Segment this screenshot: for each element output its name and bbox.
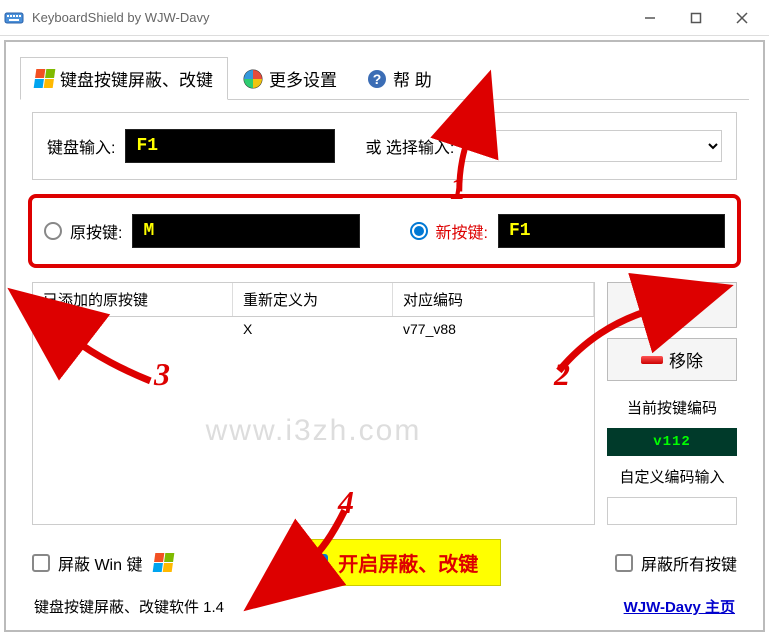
row-code: v77_v88 — [393, 321, 594, 339]
add-button[interactable]: + 添加 — [607, 282, 737, 328]
minus-icon — [641, 356, 663, 364]
windows-icon — [34, 69, 56, 88]
annotation-2: 2 — [554, 356, 570, 393]
maximize-button[interactable] — [673, 3, 719, 33]
svg-text:?: ? — [373, 71, 382, 87]
plus-icon: + — [644, 291, 660, 319]
keyboard-input-label: 键盘输入: — [47, 134, 115, 158]
current-encoding-label: 当前按键编码 — [607, 397, 737, 418]
enable-label: 开启屏蔽、改键 — [338, 548, 478, 577]
tab-help-label: 帮 助 — [393, 66, 432, 91]
block-all-label: 屏蔽所有按键 — [641, 551, 737, 575]
custom-encoding-label: 自定义编码输入 — [607, 466, 737, 487]
or-select-label: 或 选择输入: — [365, 134, 454, 158]
block-all-checkbox[interactable] — [615, 554, 633, 572]
row-original-key: M — [67, 322, 79, 338]
app-icon — [4, 8, 24, 28]
keyboard-input-field[interactable]: F1 — [125, 129, 335, 163]
current-encoding-value: v112 — [607, 428, 737, 456]
minimize-button[interactable] — [627, 3, 673, 33]
radio-original-key[interactable] — [44, 222, 62, 240]
key-mapping-group: 原按键: M 新按键: F1 — [28, 194, 741, 268]
tab-more-label: 更多设置 — [269, 66, 337, 91]
row-checkbox[interactable]: ✓ — [43, 321, 61, 339]
input-panel: 键盘输入: F1 或 选择输入: M — [32, 112, 737, 180]
globe-icon — [243, 69, 263, 89]
enable-checkbox[interactable]: ✓ — [310, 554, 328, 572]
tab-bar: 键盘按键屏蔽、改键 更多设置 ? 帮 助 — [20, 56, 749, 100]
custom-encoding-input[interactable] — [607, 497, 737, 525]
add-button-label: 添加 — [666, 293, 700, 318]
col-original-key: 已添加的原按键 — [33, 283, 233, 316]
tab-more-settings[interactable]: 更多设置 — [228, 57, 352, 100]
original-key-label: 原按键: — [70, 219, 122, 243]
new-key-field[interactable]: F1 — [498, 214, 725, 248]
windows-icon — [153, 553, 175, 572]
col-remap-to: 重新定义为 — [233, 283, 393, 316]
titlebar: KeyboardShield by WJW-Davy — [0, 0, 769, 36]
annotation-3: 3 — [154, 356, 170, 393]
col-encoding: 对应编码 — [393, 283, 594, 316]
block-win-label: 屏蔽 Win 键 — [58, 551, 142, 575]
original-key-field[interactable]: M — [132, 214, 359, 248]
annotation-1: 1 — [450, 170, 466, 207]
window-title: KeyboardShield by WJW-Davy — [32, 10, 627, 25]
row-remap: X — [233, 321, 393, 339]
annotation-4: 4 — [338, 484, 354, 521]
remove-button-label: 移除 — [669, 347, 703, 372]
tab-help[interactable]: ? 帮 助 — [352, 57, 447, 100]
close-button[interactable] — [719, 3, 765, 33]
mapping-table: 已添加的原按键 重新定义为 对应编码 ✓ M X v77_v88 www.i3z… — [32, 282, 595, 525]
table-row[interactable]: ✓ M X v77_v88 — [33, 317, 594, 343]
help-icon: ? — [367, 69, 387, 89]
radio-new-key[interactable] — [410, 222, 428, 240]
enable-shield-button[interactable]: ✓ 开启屏蔽、改键 — [287, 539, 501, 586]
key-select-dropdown[interactable]: M — [464, 130, 722, 162]
remove-button[interactable]: 移除 — [607, 338, 737, 381]
watermark-text: www.i3zh.com — [206, 414, 422, 448]
tab-keymap[interactable]: 键盘按键屏蔽、改键 — [20, 57, 228, 100]
version-text: 键盘按键屏蔽、改键软件 1.4 — [34, 596, 224, 617]
homepage-link[interactable]: WJW-Davy 主页 — [624, 596, 735, 617]
tab-keymap-label: 键盘按键屏蔽、改键 — [60, 66, 213, 91]
new-key-label: 新按键: — [436, 219, 488, 243]
block-win-checkbox[interactable] — [32, 554, 50, 572]
